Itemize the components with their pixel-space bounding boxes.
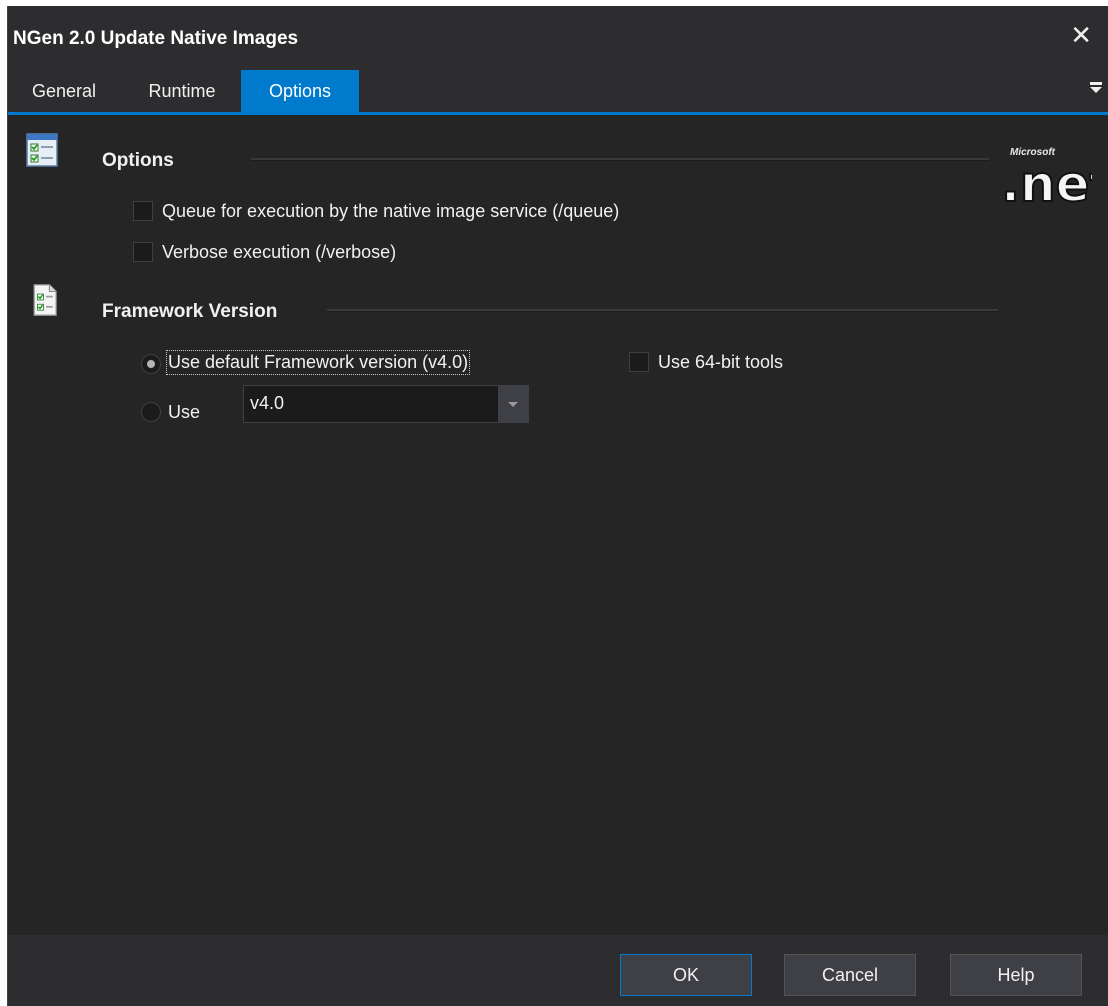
window-title: NGen 2.0 Update Native Images	[13, 28, 299, 49]
cancel-button[interactable]: Cancel	[784, 954, 916, 996]
checklist-icon	[26, 133, 58, 167]
microsoft-dotnet-logo: Microsoft .net	[1000, 141, 1108, 214]
tab-runtime[interactable]: Runtime	[123, 70, 241, 112]
options-divider	[251, 158, 989, 161]
logo-text: .net	[1001, 155, 1092, 211]
dialog-footer: OK Cancel Help	[8, 935, 1108, 1006]
verbose-checkbox[interactable]	[133, 242, 153, 262]
dialog-window: NGen 2.0 Update Native Images ✕ General …	[7, 6, 1108, 1006]
default-framework-radio-label[interactable]: Use default Framework version (v4.0)	[165, 350, 471, 375]
use-version-radio[interactable]	[141, 402, 161, 422]
dropdown-button[interactable]	[498, 386, 528, 422]
verbose-checkbox-label[interactable]: Verbose execution (/verbose)	[162, 242, 396, 263]
title-bar: NGen 2.0 Update Native Images ✕	[8, 6, 1108, 70]
tab-general[interactable]: General	[8, 70, 120, 112]
use-64bit-checkbox-label[interactable]: Use 64-bit tools	[658, 352, 783, 373]
tab-options[interactable]: Options	[241, 70, 359, 112]
checklist-document-icon	[33, 284, 57, 316]
chevron-down-icon	[508, 402, 518, 407]
framework-version-select[interactable]: v4.0	[243, 385, 529, 423]
tab-overflow-icon[interactable]	[1090, 82, 1102, 93]
framework-divider	[327, 309, 998, 312]
options-section-title: Options	[102, 150, 174, 171]
queue-checkbox-label[interactable]: Queue for execution by the native image …	[162, 201, 619, 222]
use-version-radio-label[interactable]: Use	[168, 402, 200, 423]
framework-section-title: Framework Version	[102, 301, 278, 322]
queue-checkbox[interactable]	[133, 201, 153, 221]
ok-button[interactable]: OK	[620, 954, 752, 996]
help-button[interactable]: Help	[950, 954, 1082, 996]
default-framework-radio[interactable]	[141, 354, 161, 374]
options-panel: Options Queue for execution by the nativ…	[8, 115, 1108, 935]
use-64bit-checkbox[interactable]	[629, 352, 649, 372]
tab-bar: General Runtime Options	[8, 70, 1108, 112]
close-icon[interactable]: ✕	[1070, 20, 1092, 50]
framework-version-value: v4.0	[250, 393, 285, 413]
